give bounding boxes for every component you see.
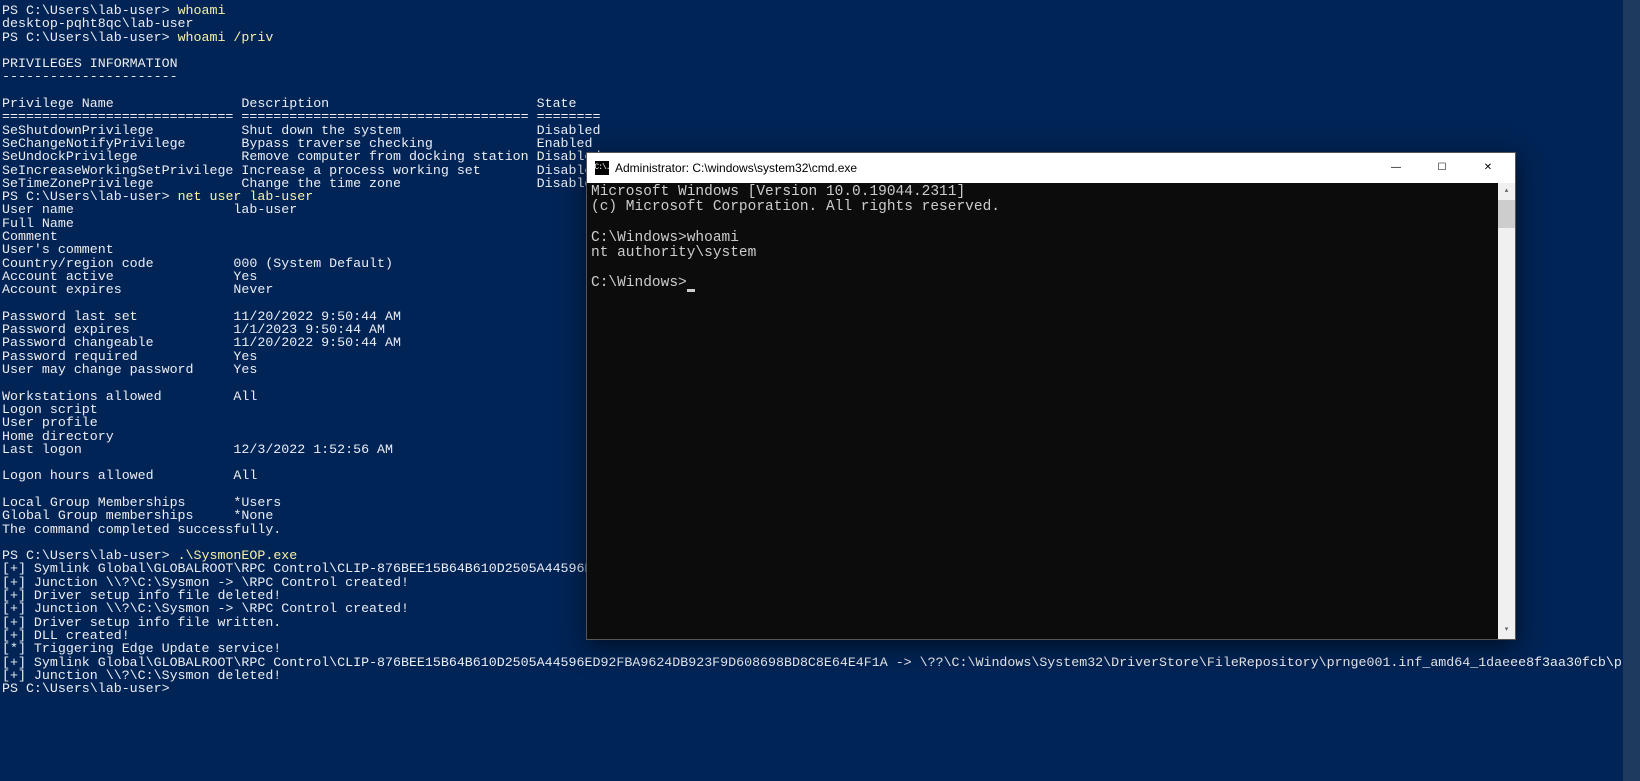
close-button[interactable]: ✕ xyxy=(1465,153,1511,183)
user-line: The command completed successfully. xyxy=(2,522,281,537)
cmd-banner-1: Microsoft Windows [Version 10.0.19044.23… xyxy=(591,184,965,200)
scroll-track[interactable] xyxy=(1498,200,1515,622)
priv-underline: ---------------------- xyxy=(2,69,178,84)
cmd-line-3: C:\Windows> xyxy=(591,275,687,291)
user-line: Logon hours allowed All xyxy=(2,468,257,483)
ps-prompt-5: PS C:\Users\lab-user> xyxy=(2,681,170,696)
cmd-line-2: nt authority\system xyxy=(591,245,756,261)
ps-cmd-2: whoami /priv xyxy=(178,30,274,45)
maximize-button[interactable]: ☐ xyxy=(1419,153,1465,183)
cmd-cursor xyxy=(687,289,695,292)
user-line: User may change password Yes xyxy=(2,362,257,377)
scroll-down-icon[interactable]: ▾ xyxy=(1498,622,1515,639)
main-scrollbar[interactable] xyxy=(1623,0,1640,781)
scroll-thumb[interactable] xyxy=(1498,200,1515,228)
cmd-line-1: C:\Windows>whoami xyxy=(591,230,739,246)
cmd-body[interactable]: Microsoft Windows [Version 10.0.19044.23… xyxy=(587,183,1515,639)
ps-prompt-2: PS C:\Users\lab-user> xyxy=(2,30,178,45)
scroll-up-icon[interactable]: ▴ xyxy=(1498,183,1515,200)
cmd-title-text: Administrator: C:\windows\system32\cmd.e… xyxy=(615,162,1373,174)
cmd-scrollbar[interactable]: ▴ ▾ xyxy=(1498,183,1515,639)
cmd-window[interactable]: C:\. Administrator: C:\windows\system32\… xyxy=(586,152,1516,640)
cmd-titlebar[interactable]: C:\. Administrator: C:\windows\system32\… xyxy=(587,153,1515,183)
cmd-icon: C:\. xyxy=(595,161,609,175)
user-line: Last logon 12/3/2022 1:52:56 AM xyxy=(2,442,393,457)
user-line: Account expires Never xyxy=(2,282,273,297)
cmd-banner-2: (c) Microsoft Corporation. All rights re… xyxy=(591,199,1000,215)
minimize-button[interactable]: — xyxy=(1373,153,1419,183)
